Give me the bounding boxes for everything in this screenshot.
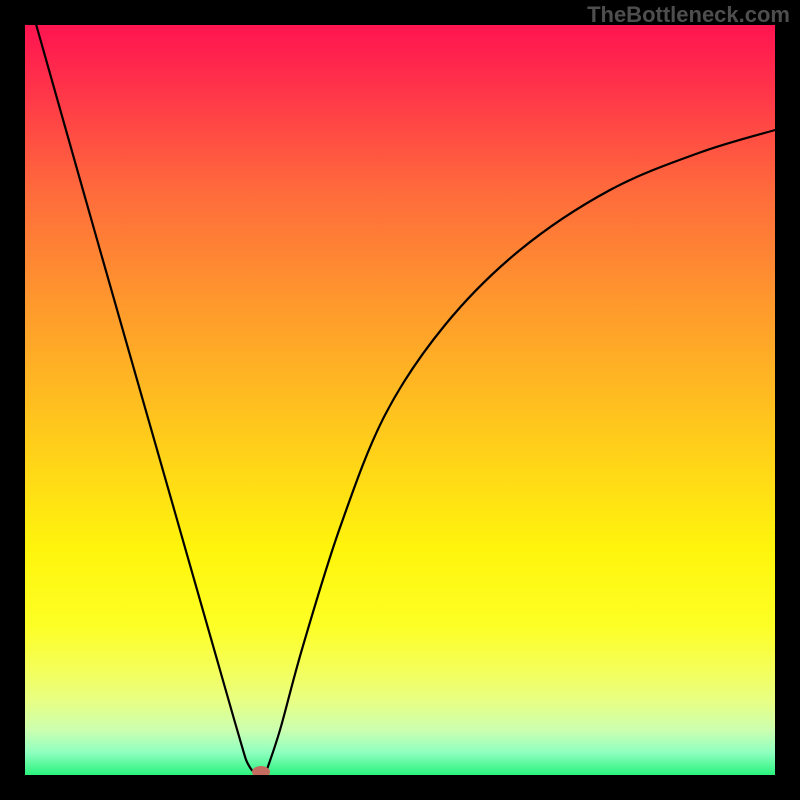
curve-left-branch (36, 25, 265, 775)
bottleneck-curve (25, 25, 775, 775)
plot-area (25, 25, 775, 775)
curve-right-branch (265, 130, 775, 775)
chart-frame: TheBottleneck.com (0, 0, 800, 800)
minimum-marker (252, 766, 270, 775)
